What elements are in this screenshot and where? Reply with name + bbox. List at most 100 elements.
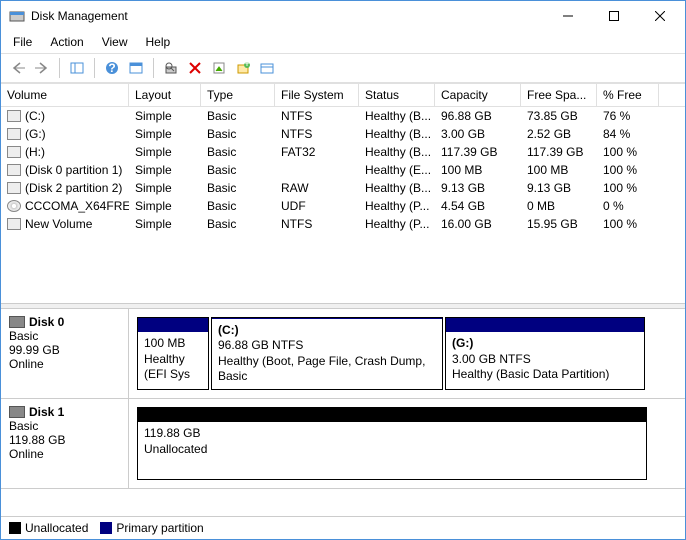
volume-name: (C:) (1, 108, 129, 124)
partition-info: Unallocated (144, 442, 640, 458)
partition-info: Healthy (Boot, Page File, Crash Dump, Ba… (218, 354, 436, 385)
rescan-button[interactable] (160, 57, 182, 79)
volume-capacity: 9.13 GB (435, 180, 521, 196)
properties-button[interactable] (208, 57, 230, 79)
volume-status: Healthy (B... (359, 144, 435, 160)
disk-info[interactable]: Disk 1Basic119.88 GBOnline (1, 399, 129, 488)
legend-primary-swatch (100, 522, 112, 534)
col-capacity[interactable]: Capacity (435, 84, 521, 106)
volume-layout: Simple (129, 162, 201, 178)
menu-help[interactable]: Help (138, 33, 179, 51)
col-status[interactable]: Status (359, 84, 435, 106)
volume-list[interactable]: Volume Layout Type File System Status Ca… (1, 83, 685, 233)
volume-row[interactable]: (C:)SimpleBasicNTFSHealthy (B...96.88 GB… (1, 107, 685, 125)
volume-free: 2.52 GB (521, 126, 597, 142)
partition-size: 100 MB (144, 336, 202, 352)
volume-type: Basic (201, 216, 275, 232)
legend-primary-label: Primary partition (116, 521, 203, 535)
minimize-button[interactable] (545, 1, 591, 31)
partition[interactable]: (C:)96.88 GB NTFSHealthy (Boot, Page Fil… (211, 317, 443, 390)
drive-icon (7, 146, 21, 158)
disk-graphical-view: Disk 0Basic99.99 GBOnline100 MBHealthy (… (1, 309, 685, 539)
menu-file[interactable]: File (5, 33, 40, 51)
volume-free: 15.95 GB (521, 216, 597, 232)
volume-pct: 84 % (597, 126, 659, 142)
col-type[interactable]: Type (201, 84, 275, 106)
menu-view[interactable]: View (94, 33, 136, 51)
close-button[interactable] (637, 1, 683, 31)
drive-icon (7, 218, 21, 230)
disk-type: Basic (9, 329, 120, 343)
partition-info: Healthy (Basic Data Partition) (452, 367, 638, 383)
volume-fs: UDF (275, 198, 359, 214)
col-volume[interactable]: Volume (1, 84, 129, 106)
volume-status: Healthy (B... (359, 108, 435, 124)
volume-row[interactable]: (Disk 2 partition 2)SimpleBasicRAWHealth… (1, 179, 685, 197)
col-pctfree[interactable]: % Free (597, 84, 659, 106)
disk-status: Online (9, 357, 120, 371)
partition[interactable]: 119.88 GBUnallocated (137, 407, 647, 480)
volume-row[interactable]: (H:)SimpleBasicFAT32Healthy (B...117.39 … (1, 143, 685, 161)
volume-fs: FAT32 (275, 144, 359, 160)
volume-capacity: 3.00 GB (435, 126, 521, 142)
forward-button[interactable] (31, 57, 53, 79)
delete-button[interactable] (184, 57, 206, 79)
maximize-button[interactable] (591, 1, 637, 31)
volume-row[interactable]: New VolumeSimpleBasicNTFSHealthy (P...16… (1, 215, 685, 233)
disk-icon (9, 316, 25, 328)
volume-row[interactable]: (Disk 0 partition 1)SimpleBasicHealthy (… (1, 161, 685, 179)
disk-info[interactable]: Disk 0Basic99.99 GBOnline (1, 309, 129, 398)
volume-free: 117.39 GB (521, 144, 597, 160)
volume-capacity: 16.00 GB (435, 216, 521, 232)
volume-row[interactable]: CCCOMA_X64FRE...SimpleBasicUDFHealthy (P… (1, 197, 685, 215)
volume-pct: 100 % (597, 180, 659, 196)
menu-action[interactable]: Action (42, 33, 91, 51)
drive-icon (7, 128, 21, 140)
partition-size: 119.88 GB (144, 426, 640, 442)
volume-capacity: 4.54 GB (435, 198, 521, 214)
disk-name: Disk 0 (9, 315, 120, 329)
settings-button[interactable] (256, 57, 278, 79)
volume-layout: Simple (129, 216, 201, 232)
disk-row: Disk 0Basic99.99 GBOnline100 MBHealthy (… (1, 309, 685, 399)
show-hide-console-button[interactable] (66, 57, 88, 79)
volume-status: Healthy (E... (359, 162, 435, 178)
partition-stripe (138, 318, 208, 332)
partition[interactable]: 100 MBHealthy (EFI Sys (137, 317, 209, 390)
volume-name: (G:) (1, 126, 129, 142)
col-layout[interactable]: Layout (129, 84, 201, 106)
legend: Unallocated Primary partition (1, 516, 685, 539)
volume-layout: Simple (129, 198, 201, 214)
drive-icon (7, 110, 21, 122)
titlebar: Disk Management (1, 1, 685, 31)
disk-status: Online (9, 447, 120, 461)
volume-pct: 0 % (597, 198, 659, 214)
new-volume-button[interactable]: + (232, 57, 254, 79)
help-button[interactable]: ? (101, 57, 123, 79)
partition[interactable]: (G:)3.00 GB NTFSHealthy (Basic Data Part… (445, 317, 645, 390)
volume-pct: 100 % (597, 162, 659, 178)
partition-label: (C:) (218, 323, 436, 339)
volume-status: Healthy (P... (359, 216, 435, 232)
col-freespace[interactable]: Free Spa... (521, 84, 597, 106)
back-button[interactable] (7, 57, 29, 79)
disk-row: Disk 1Basic119.88 GBOnline119.88 GBUnall… (1, 399, 685, 489)
volume-name: (Disk 2 partition 2) (1, 180, 129, 196)
partition-size: 3.00 GB NTFS (452, 352, 638, 368)
volume-fs: NTFS (275, 216, 359, 232)
col-filesystem[interactable]: File System (275, 84, 359, 106)
volume-type: Basic (201, 180, 275, 196)
volume-row[interactable]: (G:)SimpleBasicNTFSHealthy (B...3.00 GB2… (1, 125, 685, 143)
legend-unallocated-swatch (9, 522, 21, 534)
app-icon (9, 8, 25, 24)
volume-type: Basic (201, 198, 275, 214)
disk-icon (9, 406, 25, 418)
volume-name: (H:) (1, 144, 129, 160)
column-headers[interactable]: Volume Layout Type File System Status Ca… (1, 83, 685, 107)
volume-type: Basic (201, 108, 275, 124)
volume-fs: NTFS (275, 126, 359, 142)
refresh-button[interactable] (125, 57, 147, 79)
drive-icon (7, 182, 21, 194)
volume-name: (Disk 0 partition 1) (1, 162, 129, 178)
volume-free: 73.85 GB (521, 108, 597, 124)
